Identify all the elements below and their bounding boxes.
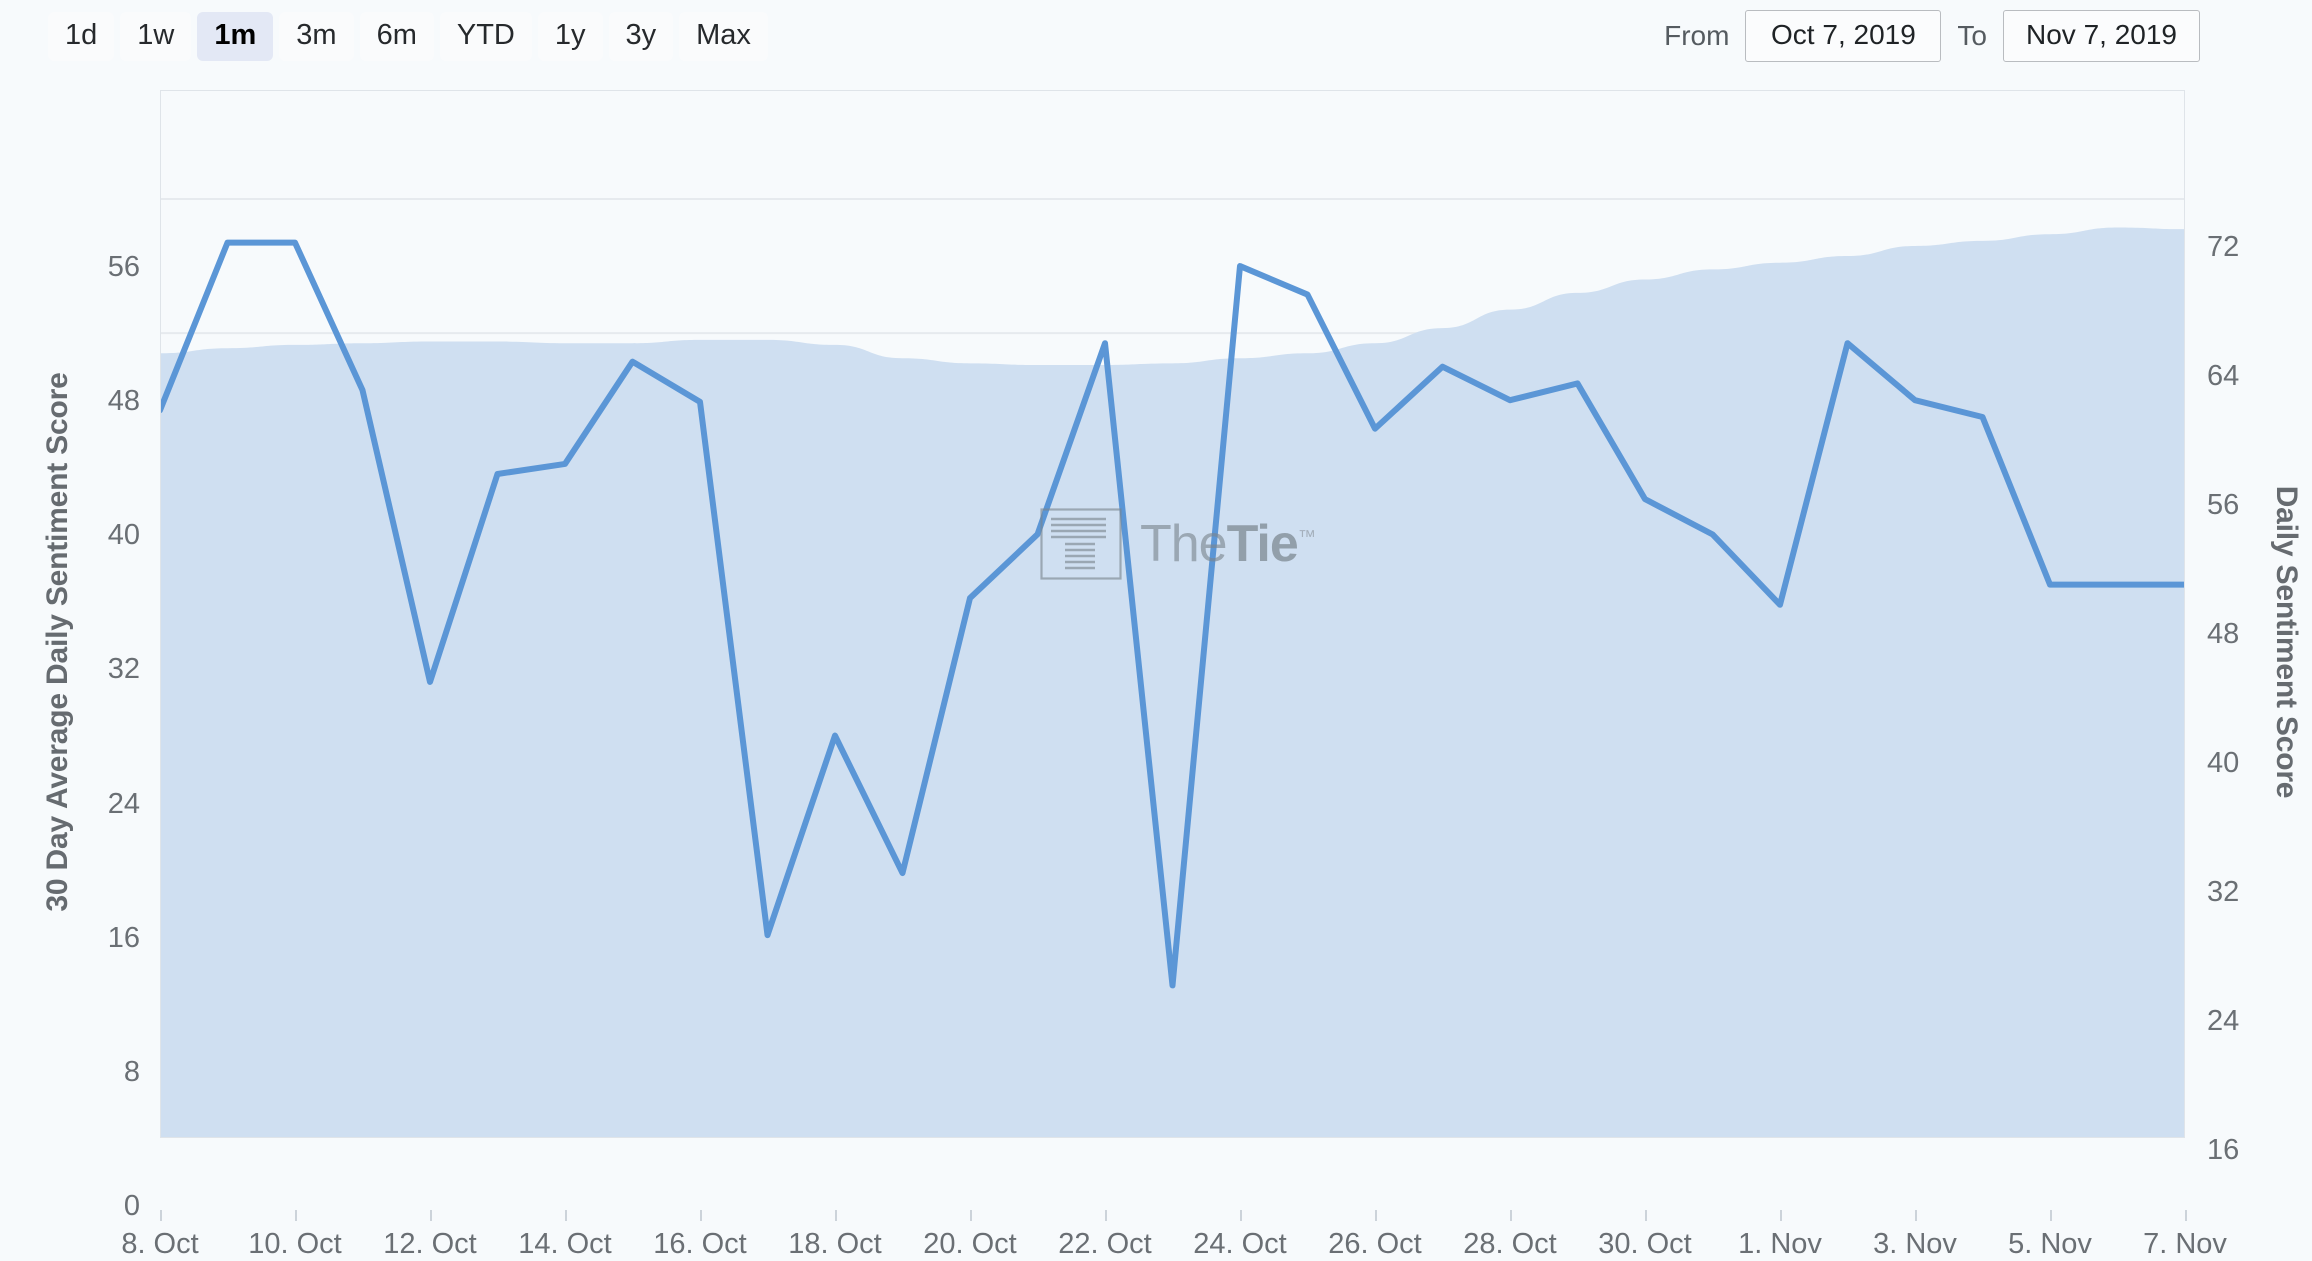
- left-tick-label: 48: [107, 385, 140, 418]
- x-tick-mark: [700, 1210, 702, 1221]
- x-tick-mark: [430, 1210, 432, 1221]
- area-series-30day: [160, 227, 2185, 1138]
- from-date-field[interactable]: Oct 7, 2019: [1745, 10, 1942, 62]
- left-tick-label: 8: [123, 1055, 140, 1088]
- left-tick-label: 56: [107, 250, 140, 283]
- right-tick-label: 72: [2207, 230, 2240, 263]
- time-range-selector: 1d 1w 1m 3m 6m YTD 1y 3y Max: [48, 11, 768, 61]
- x-tick-label: 7. Nov: [2143, 1228, 2227, 1260]
- x-tick-mark: [2185, 1210, 2187, 1221]
- to-date-field[interactable]: Nov 7, 2019: [2003, 10, 2200, 62]
- x-tick-mark: [1510, 1210, 1512, 1221]
- range-button-1y[interactable]: 1y: [537, 11, 603, 61]
- x-tick-mark: [1645, 1210, 1647, 1221]
- plot-area[interactable]: [160, 90, 2185, 1138]
- date-range-controls: From Oct 7, 2019 To Nov 7, 2019: [1664, 10, 2200, 62]
- x-tick-mark: [1780, 1210, 1782, 1221]
- range-button-6m[interactable]: 6m: [359, 11, 434, 61]
- range-button-ytd[interactable]: YTD: [439, 11, 532, 61]
- right-tick-label: 56: [2207, 488, 2240, 521]
- range-button-1w[interactable]: 1w: [120, 11, 192, 61]
- right-tick-label: 16: [2207, 1133, 2240, 1166]
- right-tick-label: 40: [2207, 746, 2240, 779]
- left-tick-label: 40: [107, 519, 140, 552]
- range-button-1d[interactable]: 1d: [48, 11, 115, 61]
- from-label: From: [1664, 20, 1730, 51]
- sentiment-chart: 30 Day Average Daily Sentiment Score Dai…: [0, 72, 2312, 1260]
- x-tick-mark: [970, 1210, 972, 1221]
- x-tick-mark: [565, 1210, 567, 1221]
- right-tick-label: 48: [2207, 617, 2240, 650]
- range-button-3y[interactable]: 3y: [608, 11, 674, 61]
- right-tick-label: 64: [2207, 359, 2240, 392]
- x-tick-mark: [2050, 1210, 2052, 1221]
- x-tick-mark: [1240, 1210, 1242, 1221]
- left-tick-label: 0: [123, 1190, 140, 1222]
- range-button-max[interactable]: Max: [679, 11, 768, 61]
- right-tick-label: 32: [2207, 875, 2240, 908]
- range-button-3m[interactable]: 3m: [279, 11, 354, 61]
- x-tick-mark: [295, 1210, 297, 1221]
- x-tick-mark: [1105, 1210, 1107, 1221]
- x-tick-mark: [1375, 1210, 1377, 1221]
- to-label: To: [1957, 20, 1987, 51]
- x-tick-mark: [835, 1210, 837, 1221]
- right-tick-label: 24: [2207, 1004, 2240, 1037]
- plot-svg: [160, 90, 2185, 1138]
- range-button-1m[interactable]: 1m: [197, 11, 274, 61]
- left-tick-label: 24: [107, 787, 140, 820]
- x-tick-mark: [160, 1210, 162, 1221]
- left-tick-label: 16: [107, 921, 140, 954]
- left-tick-label: 32: [107, 653, 140, 686]
- chart-toolbar: 1d 1w 1m 3m 6m YTD 1y 3y Max From Oct 7,…: [0, 0, 2312, 72]
- x-tick-mark: [1915, 1210, 1917, 1221]
